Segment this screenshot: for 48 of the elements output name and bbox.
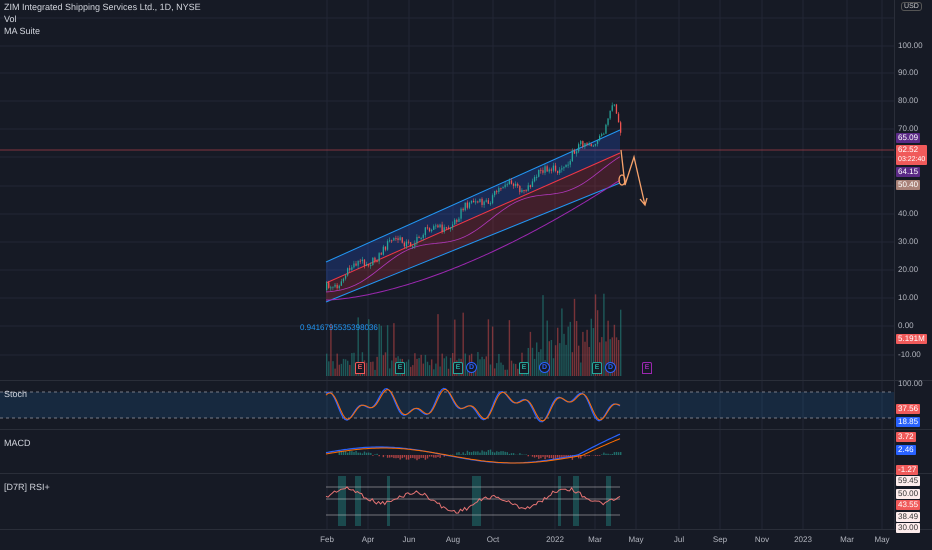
forecast-arrow bbox=[620, 149, 648, 206]
price-tag: 50.40 bbox=[896, 180, 920, 190]
price-tag: 30.00 bbox=[896, 523, 920, 533]
axis-label: Sep bbox=[712, 535, 728, 544]
axis-label: 20.00 bbox=[897, 265, 920, 275]
axis-label: Apr bbox=[362, 535, 374, 544]
axis-label: -10.00 bbox=[897, 350, 922, 360]
axis-label: Aug bbox=[446, 535, 460, 544]
price-tag: -1.27 bbox=[896, 465, 918, 475]
price-tag: 43.55 bbox=[896, 500, 920, 510]
symbol-title: ZIM Integrated Shipping Services Ltd., 1D, NYSE bbox=[4, 2, 201, 12]
axis-label: 0.00 bbox=[897, 321, 915, 331]
indicator-label: Stoch bbox=[4, 389, 28, 399]
axis-label: 80.00 bbox=[897, 96, 920, 106]
axis-label: May bbox=[628, 535, 644, 544]
price-tag: 64.15 bbox=[896, 167, 920, 177]
axis-label: Mar bbox=[840, 535, 854, 544]
axis-label: Mar bbox=[588, 535, 602, 544]
axis-label: Jun bbox=[402, 535, 416, 544]
price-tag: 18.85 bbox=[896, 417, 920, 427]
axis-label: Jul bbox=[674, 535, 684, 544]
axis-label: 70.00 bbox=[897, 124, 920, 134]
axis-label: 100.00 bbox=[897, 41, 924, 51]
axis-label: 2022 bbox=[546, 535, 564, 544]
indicator-label: MACD bbox=[4, 438, 30, 448]
price-tag: 65.09 bbox=[896, 133, 920, 143]
price-tag: 3.72 bbox=[896, 432, 916, 442]
indicator-label: MA Suite bbox=[4, 26, 42, 36]
axis-label: May bbox=[874, 535, 890, 544]
axis-label: 2023 bbox=[794, 535, 812, 544]
price-tag: 38.49 bbox=[896, 512, 920, 522]
axis-label: Nov bbox=[754, 535, 770, 544]
axis-label: Oct bbox=[486, 535, 500, 544]
price-tag: 5.191M bbox=[896, 334, 927, 344]
axis-label: Feb bbox=[320, 535, 334, 544]
axis-label: 10.00 bbox=[897, 293, 920, 303]
circle-marker-icon bbox=[618, 174, 626, 186]
axis-label: 30.00 bbox=[897, 237, 920, 247]
axis-label: 90.00 bbox=[897, 68, 920, 78]
price-tag: 37.56 bbox=[896, 404, 920, 414]
channel-value-label: 0.9416795535398036 bbox=[300, 323, 378, 332]
price-tag: 2.46 bbox=[896, 445, 916, 455]
indicator-label: Vol bbox=[4, 14, 18, 24]
axis-label: 40.00 bbox=[897, 209, 920, 219]
axis-label: 100.00 bbox=[897, 379, 924, 389]
indicator-label: [D7R] RSI+ bbox=[4, 482, 50, 492]
price-tag: 59.45 bbox=[896, 476, 920, 486]
price-tag: 50.00 bbox=[896, 489, 920, 499]
